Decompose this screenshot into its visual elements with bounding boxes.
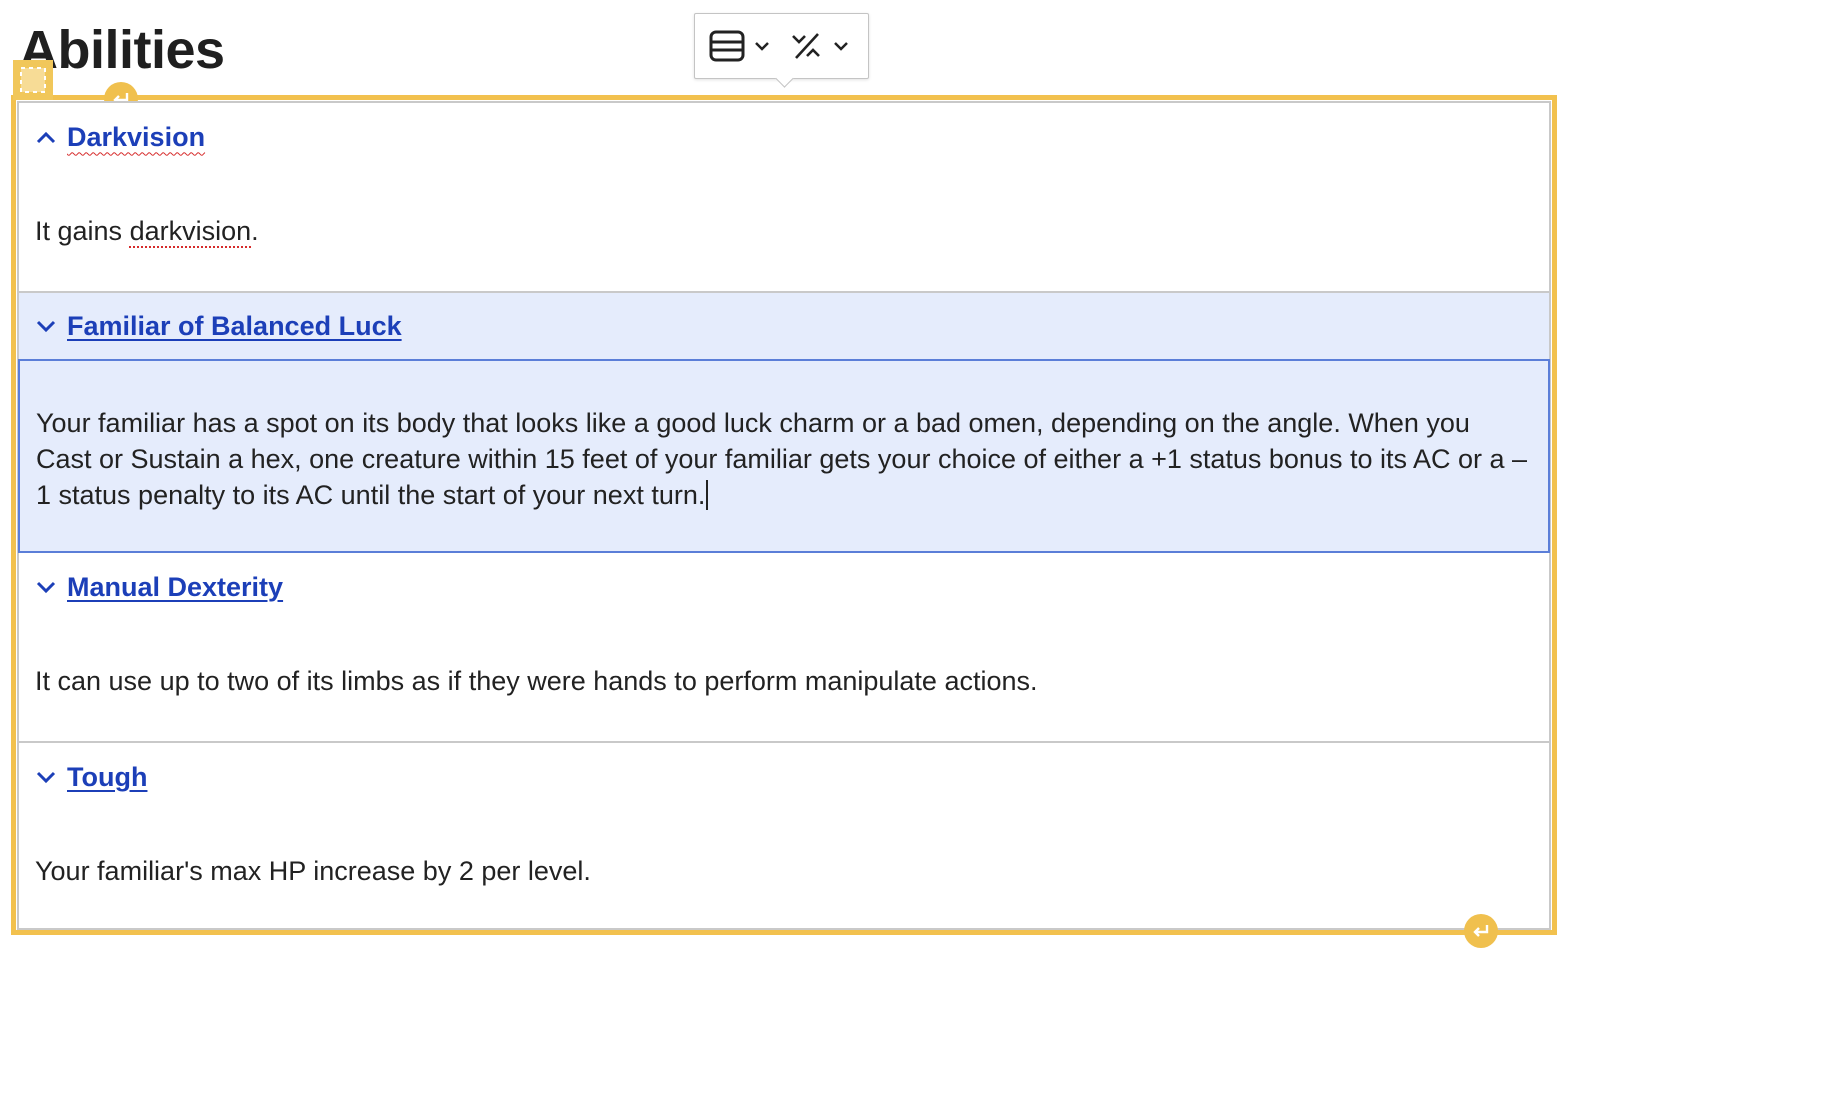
panel-text: Your familiar's max HP increase by 2 per… <box>35 856 591 886</box>
accordion-panel[interactable]: It gains darkvision. <box>19 171 1549 291</box>
accordion-title[interactable]: Darkvision <box>67 122 205 153</box>
chevron-down-icon <box>35 576 57 598</box>
accordion-header[interactable]: Manual Dexterity <box>19 553 1549 621</box>
widget-drag-handle[interactable] <box>13 60 53 100</box>
remove-format-icon <box>790 30 824 62</box>
insert-paragraph-after-button[interactable] <box>1464 914 1498 948</box>
chevron-up-icon <box>35 126 57 148</box>
accordion-item: Manual Dexterity It can use up to two of… <box>19 553 1549 741</box>
accordion-header[interactable]: Familiar of Balanced Luck <box>19 293 1549 359</box>
accordion-panel[interactable]: Your familiar's max HP increase by 2 per… <box>19 811 1549 931</box>
chevron-down-icon <box>833 40 849 52</box>
accordion-header[interactable]: Tough <box>19 743 1549 811</box>
accordion-panel[interactable]: It can use up to two of its limbs as if … <box>19 621 1549 741</box>
accordion-title[interactable]: Manual Dexterity <box>67 572 283 603</box>
misspelled-word: darkvision <box>129 216 252 246</box>
drag-handle-icon <box>20 67 46 93</box>
chevron-down-icon <box>35 315 57 337</box>
accordion-header[interactable]: Darkvision <box>19 103 1549 171</box>
panel-text: It gains darkvision. <box>35 216 259 246</box>
accordion-panel-editing[interactable]: Your familiar has a spot on its body tha… <box>18 359 1550 553</box>
return-arrow-icon <box>1473 925 1489 937</box>
accordion-item: Tough Your familiar's max HP increase by… <box>19 743 1549 931</box>
accordion-layout-dropdown-button[interactable] <box>709 26 770 66</box>
accordion-title[interactable]: Tough <box>67 762 147 793</box>
accordion-item-active: Familiar of Balanced Luck Your familiar … <box>18 293 1550 553</box>
accordion-item: Darkvision It gains darkvision. <box>19 103 1549 291</box>
remove-format-dropdown-button[interactable] <box>790 26 849 66</box>
chevron-down-icon <box>35 766 57 788</box>
accordion-layout-icon <box>709 29 745 63</box>
text-cursor <box>706 480 709 510</box>
panel-text: Your familiar has a spot on its body tha… <box>36 408 1528 510</box>
chevron-down-icon <box>754 40 770 52</box>
widget-toolbar <box>694 13 869 79</box>
panel-text: It can use up to two of its limbs as if … <box>35 666 1038 696</box>
accordion: Darkvision It gains darkvision. Familiar… <box>17 101 1551 930</box>
accordion-title[interactable]: Familiar of Balanced Luck <box>67 311 402 342</box>
